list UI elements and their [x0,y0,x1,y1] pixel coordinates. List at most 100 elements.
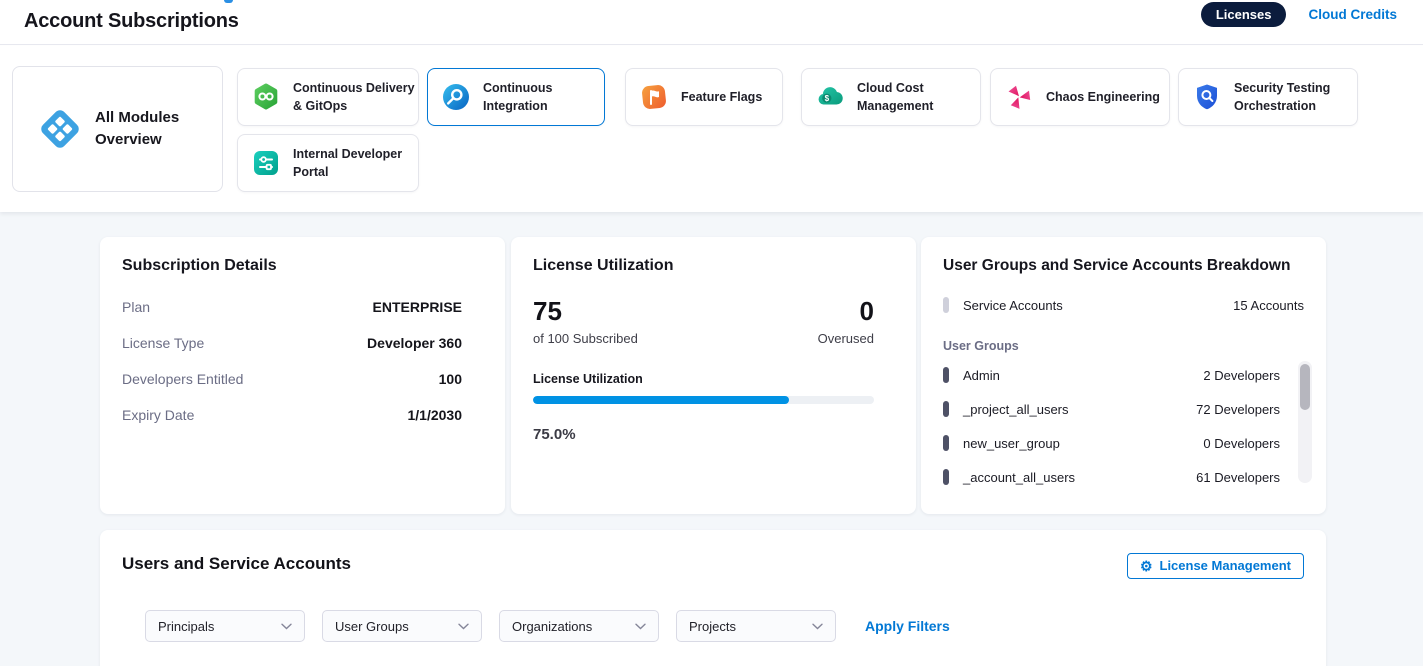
detail-value: 1/1/2030 [408,407,463,423]
subscription-details-title: Subscription Details [122,257,483,275]
user-group-row: new_user_group 0 Developers [943,426,1280,460]
overused-caption: Overused [818,331,874,346]
detail-row-expiry-date: Expiry Date 1/1/2030 [122,397,462,433]
group-marker-icon [943,367,949,383]
page-header: Account Subscriptions Licenses Cloud Cre… [0,0,1423,45]
utilization-progress-fill [533,396,789,404]
overused-stat: 0 Overused [818,297,874,346]
scrollbar-thumb[interactable] [1300,364,1310,410]
module-tile-label: Internal Developer Portal [293,145,402,181]
detail-value: 100 [439,371,462,387]
dropdown-label: User Groups [335,619,409,634]
overused-count: 0 [818,297,874,326]
license-utilization-title: License Utilization [533,257,894,275]
user-group-list: Admin 2 Developers _project_all_users 72… [943,358,1304,494]
used-stat: 75 of 100 Subscribed [533,297,638,346]
group-value: 0 Developers [1203,436,1280,451]
cloud-cost-icon: $ [815,82,845,112]
chevron-down-icon [812,623,823,630]
dropdown-label: Projects [689,619,736,634]
module-tile-feature-flags[interactable]: Feature Flags [625,68,783,126]
subscription-details-card: Subscription Details Plan ENTERPRISE Lic… [100,237,505,514]
user-group-row: Admin 2 Developers [943,358,1280,392]
detail-label: License Type [122,335,204,351]
detail-row-plan: Plan ENTERPRISE [122,289,462,325]
service-accounts-row: Service Accounts 15 Accounts [943,297,1304,313]
utilization-stats: 75 of 100 Subscribed 0 Overused [533,297,894,346]
principals-dropdown[interactable]: Principals [145,610,305,642]
internal-developer-portal-icon [251,148,281,178]
dropdown-label: Principals [158,619,214,634]
module-tile-label: Chaos Engineering [1046,88,1160,106]
module-tile-chaos-engineering[interactable]: Chaos Engineering [990,68,1170,126]
page-title: Account Subscriptions [24,10,239,33]
dropdown-label: Organizations [512,619,592,634]
module-strip: All Modules Overview Continuous Delivery… [0,46,1423,212]
all-modules-overview-card[interactable]: All Modules Overview [12,66,223,192]
chaos-engineering-icon [1004,82,1034,112]
gear-icon: ⚙ [1140,559,1153,573]
chevron-down-icon [281,623,292,630]
content-area: Subscription Details Plan ENTERPRISE Lic… [0,212,1423,666]
user-group-row: _account_all_users 61 Developers [943,460,1280,494]
organizations-dropdown[interactable]: Organizations [499,610,659,642]
chevron-down-icon [635,623,646,630]
detail-row-developers-entitled: Developers Entitled 100 [122,361,462,397]
license-management-label: License Management [1160,558,1292,573]
group-name: _account_all_users [963,470,1075,485]
module-tile-cloud-cost[interactable]: $ Cloud Cost Management [801,68,981,126]
apply-filters-link[interactable]: Apply Filters [865,618,950,634]
used-count: 75 [533,297,638,326]
module-tile-label: Continuous Delivery & GitOps [293,79,415,115]
detail-value: Developer 360 [367,335,462,351]
detail-label: Developers Entitled [122,371,243,387]
user-group-row: _project_all_users 72 Developers [943,392,1280,426]
module-tile-idp[interactable]: Internal Developer Portal [237,134,419,192]
cloud-credits-tab[interactable]: Cloud Credits [1308,7,1397,22]
projects-dropdown[interactable]: Projects [676,610,836,642]
all-modules-icon [37,106,83,152]
group-value: 72 Developers [1196,402,1280,417]
module-tile-continuous-integration[interactable]: Continuous Integration [427,68,605,126]
module-tile-label: Cloud Cost Management [857,79,933,115]
service-accounts-label: Service Accounts [963,298,1063,313]
group-name: _project_all_users [963,402,1069,417]
group-list-scrollbar[interactable] [1298,361,1312,483]
utilization-progress-track [533,396,874,404]
clipped-header-icon [224,0,233,3]
license-utilization-card: License Utilization 75 of 100 Subscribed… [511,237,916,514]
group-marker-icon [943,401,949,417]
user-groups-dropdown[interactable]: User Groups [322,610,482,642]
users-service-accounts-card: Users and Service Accounts ⚙ License Man… [100,530,1326,666]
group-marker-icon [943,469,949,485]
service-accounts-value: 15 Accounts [1233,298,1304,313]
cd-gitops-icon [251,82,281,112]
detail-value: ENTERPRISE [373,299,462,315]
account-subscriptions-page: Account Subscriptions Licenses Cloud Cre… [0,0,1423,666]
continuous-integration-icon [441,82,471,112]
module-tile-label: Security Testing Orchestration [1234,79,1330,115]
group-marker-icon [943,435,949,451]
breakdown-title: User Groups and Service Accounts Breakdo… [943,257,1304,275]
module-tile-cd-gitops[interactable]: Continuous Delivery & GitOps [237,68,419,126]
module-tile-label: Feature Flags [681,88,762,106]
security-testing-icon [1192,82,1222,112]
feature-flags-icon [639,82,669,112]
module-tile-label: Continuous Integration [483,79,552,115]
service-accounts-marker-icon [943,297,949,313]
license-management-button[interactable]: ⚙ License Management [1127,553,1304,579]
all-modules-label: All Modules Overview [95,107,179,152]
used-caption: of 100 Subscribed [533,331,638,346]
module-tile-security-testing[interactable]: Security Testing Orchestration [1178,68,1358,126]
svg-text:$: $ [825,94,830,103]
group-value: 2 Developers [1203,368,1280,383]
utilization-bar-label: License Utilization [533,372,894,386]
user-groups-heading: User Groups [943,339,1304,353]
subscription-details-rows: Plan ENTERPRISE License Type Developer 3… [122,289,483,433]
filter-bar: Principals User Groups Organizations Pro… [145,610,950,642]
licenses-tab[interactable]: Licenses [1201,2,1287,27]
header-nav: Licenses Cloud Credits [1201,2,1397,27]
detail-label: Expiry Date [122,407,194,423]
group-name: Admin [963,368,1000,383]
breakdown-card: User Groups and Service Accounts Breakdo… [921,237,1326,514]
